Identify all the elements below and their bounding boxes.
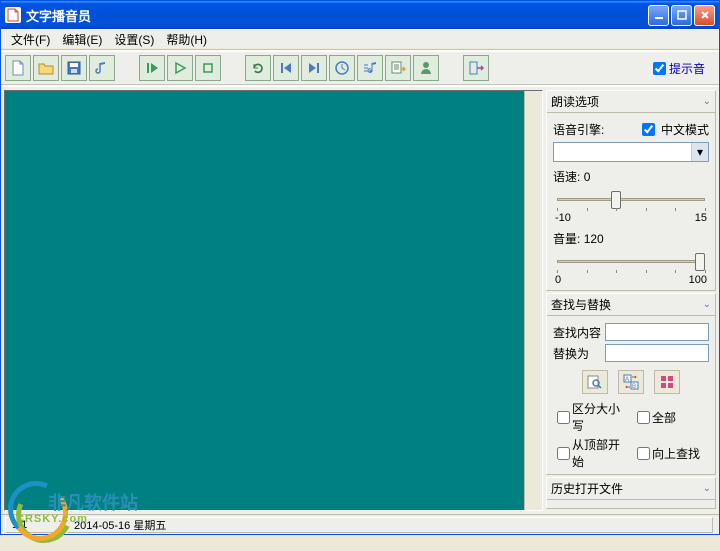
svg-text:B: B <box>632 384 636 390</box>
find-button[interactable] <box>582 370 608 394</box>
hint-sound-checkbox[interactable]: 提示音 <box>649 59 715 78</box>
volume-min: 0 <box>555 274 561 286</box>
play-pause-button[interactable] <box>139 55 165 81</box>
play-button[interactable] <box>167 55 193 81</box>
volume-max: 100 <box>689 274 707 286</box>
speed-max: 15 <box>695 212 707 224</box>
replace-button[interactable]: AB <box>618 370 644 394</box>
menu-settings[interactable]: 设置(S) <box>108 29 160 50</box>
user-button[interactable] <box>413 55 439 81</box>
history-header[interactable]: 历史打开文件 ⌄ <box>547 478 715 500</box>
svg-text:A: A <box>625 377 629 383</box>
history-group: 历史打开文件 ⌄ <box>546 477 716 509</box>
find-replace-header[interactable]: 查找与替换 ⌄ <box>547 294 715 316</box>
speed-slider[interactable] <box>553 188 709 212</box>
all-checkbox[interactable]: 全部 <box>633 400 709 434</box>
exit-button[interactable] <box>463 55 489 81</box>
chevron-down-icon: ⌄ <box>703 96 711 107</box>
window-title: 文字播音员 <box>26 6 646 25</box>
read-options-header[interactable]: 朗读选项 ⌄ <box>547 91 715 113</box>
dropdown-arrow-icon: ▾ <box>691 143 708 161</box>
music-list-button[interactable] <box>357 55 383 81</box>
toolbar: 提示音 <box>1 52 719 84</box>
chevron-down-icon: ⌄ <box>703 299 711 310</box>
read-options-group: 朗读选项 ⌄ 语音引擎: 中文模式 ▾ <box>546 90 716 291</box>
close-button[interactable] <box>694 5 715 26</box>
side-panel: 朗读选项 ⌄ 语音引擎: 中文模式 ▾ <box>546 90 716 511</box>
menubar: 文件(F) 编辑(E) 设置(S) 帮助(H) <box>1 29 719 49</box>
minimize-button[interactable] <box>648 5 669 26</box>
main-window: 文字播音员 文件(F) 编辑(E) 设置(S) 帮助(H) 提示音 <box>0 0 720 535</box>
volume-label: 音量: <box>553 230 580 247</box>
volume-slider[interactable] <box>553 250 709 274</box>
search-up-checkbox[interactable]: 向上查找 <box>633 436 709 470</box>
open-button[interactable] <box>33 55 59 81</box>
chinese-mode-checkbox[interactable]: 中文模式 <box>638 120 709 139</box>
prev-button[interactable] <box>273 55 299 81</box>
app-icon <box>5 7 21 23</box>
engine-select[interactable]: ▾ <box>553 142 709 162</box>
titlebar: 文字播音员 <box>1 1 719 29</box>
replace-label: 替换为 <box>553 345 589 362</box>
menu-help[interactable]: 帮助(H) <box>160 29 213 50</box>
save-button[interactable] <box>61 55 87 81</box>
export-button[interactable] <box>385 55 411 81</box>
text-editor[interactable] <box>4 90 543 511</box>
hint-sound-label: 提示音 <box>669 60 705 77</box>
speed-value: 0 <box>584 170 591 184</box>
engine-label: 语音引擎: <box>553 121 604 138</box>
music-note-button[interactable] <box>89 55 115 81</box>
stop-button[interactable] <box>195 55 221 81</box>
maximize-button[interactable] <box>671 5 692 26</box>
next-button[interactable] <box>301 55 327 81</box>
client-area: 朗读选项 ⌄ 语音引擎: 中文模式 ▾ <box>1 87 719 514</box>
find-input[interactable] <box>605 323 709 341</box>
clock-button[interactable] <box>329 55 355 81</box>
menu-edit[interactable]: 编辑(E) <box>56 29 108 50</box>
refresh-button[interactable] <box>245 55 271 81</box>
speed-label: 语速: <box>553 168 580 185</box>
statusbar: 1:1 2014-05-16 星期五 <box>1 514 719 534</box>
cursor-position: 1:1 <box>5 517 65 533</box>
menu-file[interactable]: 文件(F) <box>5 29 56 50</box>
find-replace-group: 查找与替换 ⌄ 查找内容 替换为 AB <box>546 293 716 475</box>
volume-value: 120 <box>584 232 604 246</box>
date-cell: 2014-05-16 星期五 <box>67 517 713 533</box>
from-top-checkbox[interactable]: 从顶部开始 <box>553 436 629 470</box>
speed-min: -10 <box>555 212 571 224</box>
case-checkbox[interactable]: 区分大小写 <box>553 400 629 434</box>
find-label: 查找内容 <box>553 324 601 341</box>
replace-input[interactable] <box>605 344 709 362</box>
replace-all-button[interactable] <box>654 370 680 394</box>
chevron-down-icon: ⌄ <box>703 483 711 494</box>
new-button[interactable] <box>5 55 31 81</box>
